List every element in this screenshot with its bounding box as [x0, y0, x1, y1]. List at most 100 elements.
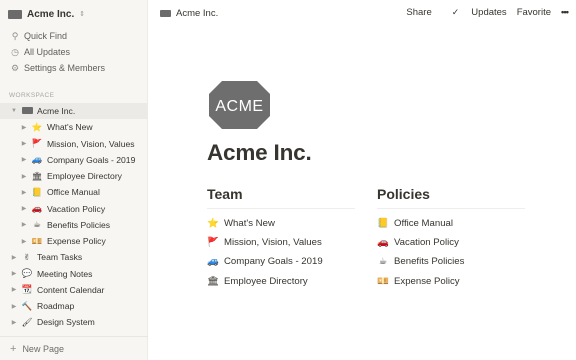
sidebar-item-acme-inc[interactable]: ▼ Acme Inc.: [0, 103, 148, 120]
caret-right-icon[interactable]: ▶: [20, 124, 28, 131]
sidebar-item-label: Design System: [37, 317, 95, 328]
menu-label: Quick Find: [24, 31, 68, 41]
menu-label: Settings & Members: [24, 63, 106, 73]
link-company-goals[interactable]: 🚙 Company Goals - 2019: [207, 252, 355, 271]
sidebar-item-label: Acme Inc.: [37, 106, 76, 117]
car-icon: 🚗: [377, 237, 389, 249]
page-title: Acme Inc.: [207, 140, 312, 165]
sidebar-item-label: Employee Directory: [47, 171, 122, 182]
team-heading: Team: [207, 186, 243, 202]
sidebar-item-team-tasks[interactable]: ▶ ✌ Team Tasks: [0, 249, 148, 265]
sidebar-item-vacation-policy[interactable]: ▶ 🚗 Vacation Policy: [0, 201, 148, 217]
sidebar-item-label: Team Tasks: [37, 252, 83, 263]
breadcrumb[interactable]: Acme Inc.: [160, 8, 218, 19]
link-label: Vacation Policy: [394, 237, 459, 249]
bus-icon: 🚙: [31, 154, 43, 165]
hammer-icon: 🔨: [21, 300, 33, 311]
sidebar-item-roadmap[interactable]: ▶ 🔨 Roadmap: [0, 298, 148, 314]
caret-right-icon[interactable]: ▶: [20, 189, 28, 196]
building-icon: 🏛: [31, 170, 43, 181]
sidebar-item-label: Meeting Notes: [37, 268, 93, 279]
star-icon: ⭐: [207, 218, 219, 230]
sidebar-item-meeting-notes[interactable]: ▶ 💬 Meeting Notes: [0, 266, 148, 282]
hand-icon: ✌: [23, 251, 31, 262]
chevron-up-down-icon: ⇕: [79, 11, 86, 18]
link-label: Employee Directory: [224, 275, 308, 287]
caret-right-icon[interactable]: ▶: [20, 238, 28, 245]
link-mission[interactable]: 🚩 Mission, Vision, Values: [207, 233, 355, 252]
plus-icon: +: [10, 342, 17, 355]
caret-right-icon[interactable]: ▶: [10, 286, 18, 293]
caret-right-icon[interactable]: ▶: [20, 156, 28, 163]
car-icon: 🚗: [31, 203, 43, 214]
scroll-icon: 📒: [31, 186, 43, 197]
money-icon: 💴: [31, 235, 43, 246]
speech-bubble-icon: 💬: [21, 268, 33, 279]
menu-label: All Updates: [24, 47, 71, 57]
sidebar-item-design-system[interactable]: ▶ 🖌 Design System: [0, 314, 148, 330]
sidebar-item-label: Content Calendar: [37, 284, 105, 295]
topbar-actions: Share ✓ Updates Favorite •••: [396, 7, 569, 18]
paintbrush-icon: 🖌: [21, 316, 33, 327]
policies-column: Policies 📒 Office Manual 🚗 Vacation Policy…: [377, 186, 525, 291]
link-expense-policy[interactable]: 💴 Expense Policy: [377, 272, 525, 291]
updates-button[interactable]: ✓ Updates: [442, 7, 507, 18]
sidebar-item-label: Company Goals - 2019: [47, 154, 136, 165]
link-label: Benefits Policies: [394, 256, 465, 268]
quick-find-button[interactable]: ⚲ Quick Find: [0, 28, 148, 44]
divider: [377, 208, 525, 209]
sidebar-item-label: Mission, Vision, Values: [47, 138, 135, 149]
caret-right-icon[interactable]: ▶: [10, 303, 18, 310]
sidebar-item-benefits-policies[interactable]: ▶ ☕ Benefits Policies: [0, 217, 148, 233]
link-benefits-policies[interactable]: ☕ Benefits Policies: [377, 252, 525, 271]
sidebar-item-whats-new[interactable]: ▶ ⭐ What's New: [0, 119, 148, 135]
caret-right-icon[interactable]: ▶: [10, 319, 18, 326]
coffee-icon: ☕: [33, 219, 41, 230]
sidebar-item-expense-policy[interactable]: ▶ 💴 Expense Policy: [0, 233, 148, 249]
acme-logo-text: ACME: [215, 98, 263, 115]
caret-right-icon[interactable]: ▶: [20, 221, 28, 228]
policies-heading: Policies: [377, 186, 430, 202]
link-employee-directory[interactable]: 🏛 Employee Directory: [207, 272, 355, 291]
money-icon: 💴: [377, 275, 389, 287]
caret-right-icon[interactable]: ▶: [20, 173, 28, 180]
topbar: Acme Inc. Share ✓ Updates Favorite •••: [148, 0, 576, 28]
sidebar-item-office-manual[interactable]: ▶ 📒 Office Manual: [0, 184, 148, 200]
updates-label: Updates: [471, 7, 507, 18]
team-column: Team ⭐ What's New 🚩 Mission, Vision, Value…: [207, 186, 355, 291]
caret-right-icon[interactable]: ▶: [10, 270, 18, 277]
settings-members-button[interactable]: ⚙ Settings & Members: [0, 60, 148, 76]
acme-logo-icon: [21, 106, 33, 116]
sidebar-item-mission[interactable]: ▶ 🚩 Mission, Vision, Values: [0, 136, 148, 152]
divider: [207, 208, 355, 209]
breadcrumb-label: Acme Inc.: [176, 8, 219, 19]
sidebar-item-label: Benefits Policies: [47, 219, 111, 230]
more-options-button[interactable]: •••: [561, 7, 569, 18]
sidebar-item-employee-directory[interactable]: ▶ 🏛 Employee Directory: [0, 168, 148, 184]
sidebar-item-label: Vacation Policy: [47, 203, 106, 214]
sidebar-item-content-calendar[interactable]: ▶ 📆 Content Calendar: [0, 282, 148, 298]
check-icon: ✓: [451, 7, 460, 17]
clock-icon: ◷: [11, 46, 19, 57]
caret-right-icon[interactable]: ▶: [20, 140, 28, 147]
share-button[interactable]: Share: [406, 7, 431, 18]
acme-logo-icon: [8, 9, 22, 19]
acme-logo: ACME: [209, 81, 270, 129]
link-label: Expense Policy: [394, 275, 460, 287]
coffee-icon: ☕: [378, 256, 388, 268]
link-label: Company Goals - 2019: [224, 256, 323, 268]
favorite-button[interactable]: Favorite: [517, 7, 551, 18]
link-vacation-policy[interactable]: 🚗 Vacation Policy: [377, 233, 525, 252]
caret-down-icon[interactable]: ▼: [10, 108, 18, 114]
star-icon: ⭐: [31, 121, 43, 132]
link-label: Office Manual: [394, 218, 454, 230]
all-updates-button[interactable]: ◷ All Updates: [0, 44, 148, 60]
sidebar-item-company-goals[interactable]: ▶ 🚙 Company Goals - 2019: [0, 152, 148, 168]
workspace-switcher[interactable]: Acme Inc. ⇕: [8, 7, 85, 21]
caret-right-icon[interactable]: ▶: [20, 205, 28, 212]
caret-right-icon[interactable]: ▶: [10, 254, 18, 261]
link-label: Mission, Vision, Values: [224, 237, 322, 249]
link-whats-new[interactable]: ⭐ What's New: [207, 214, 355, 233]
new-page-button[interactable]: + New Page: [0, 336, 148, 360]
link-office-manual[interactable]: 📒 Office Manual: [377, 214, 525, 233]
